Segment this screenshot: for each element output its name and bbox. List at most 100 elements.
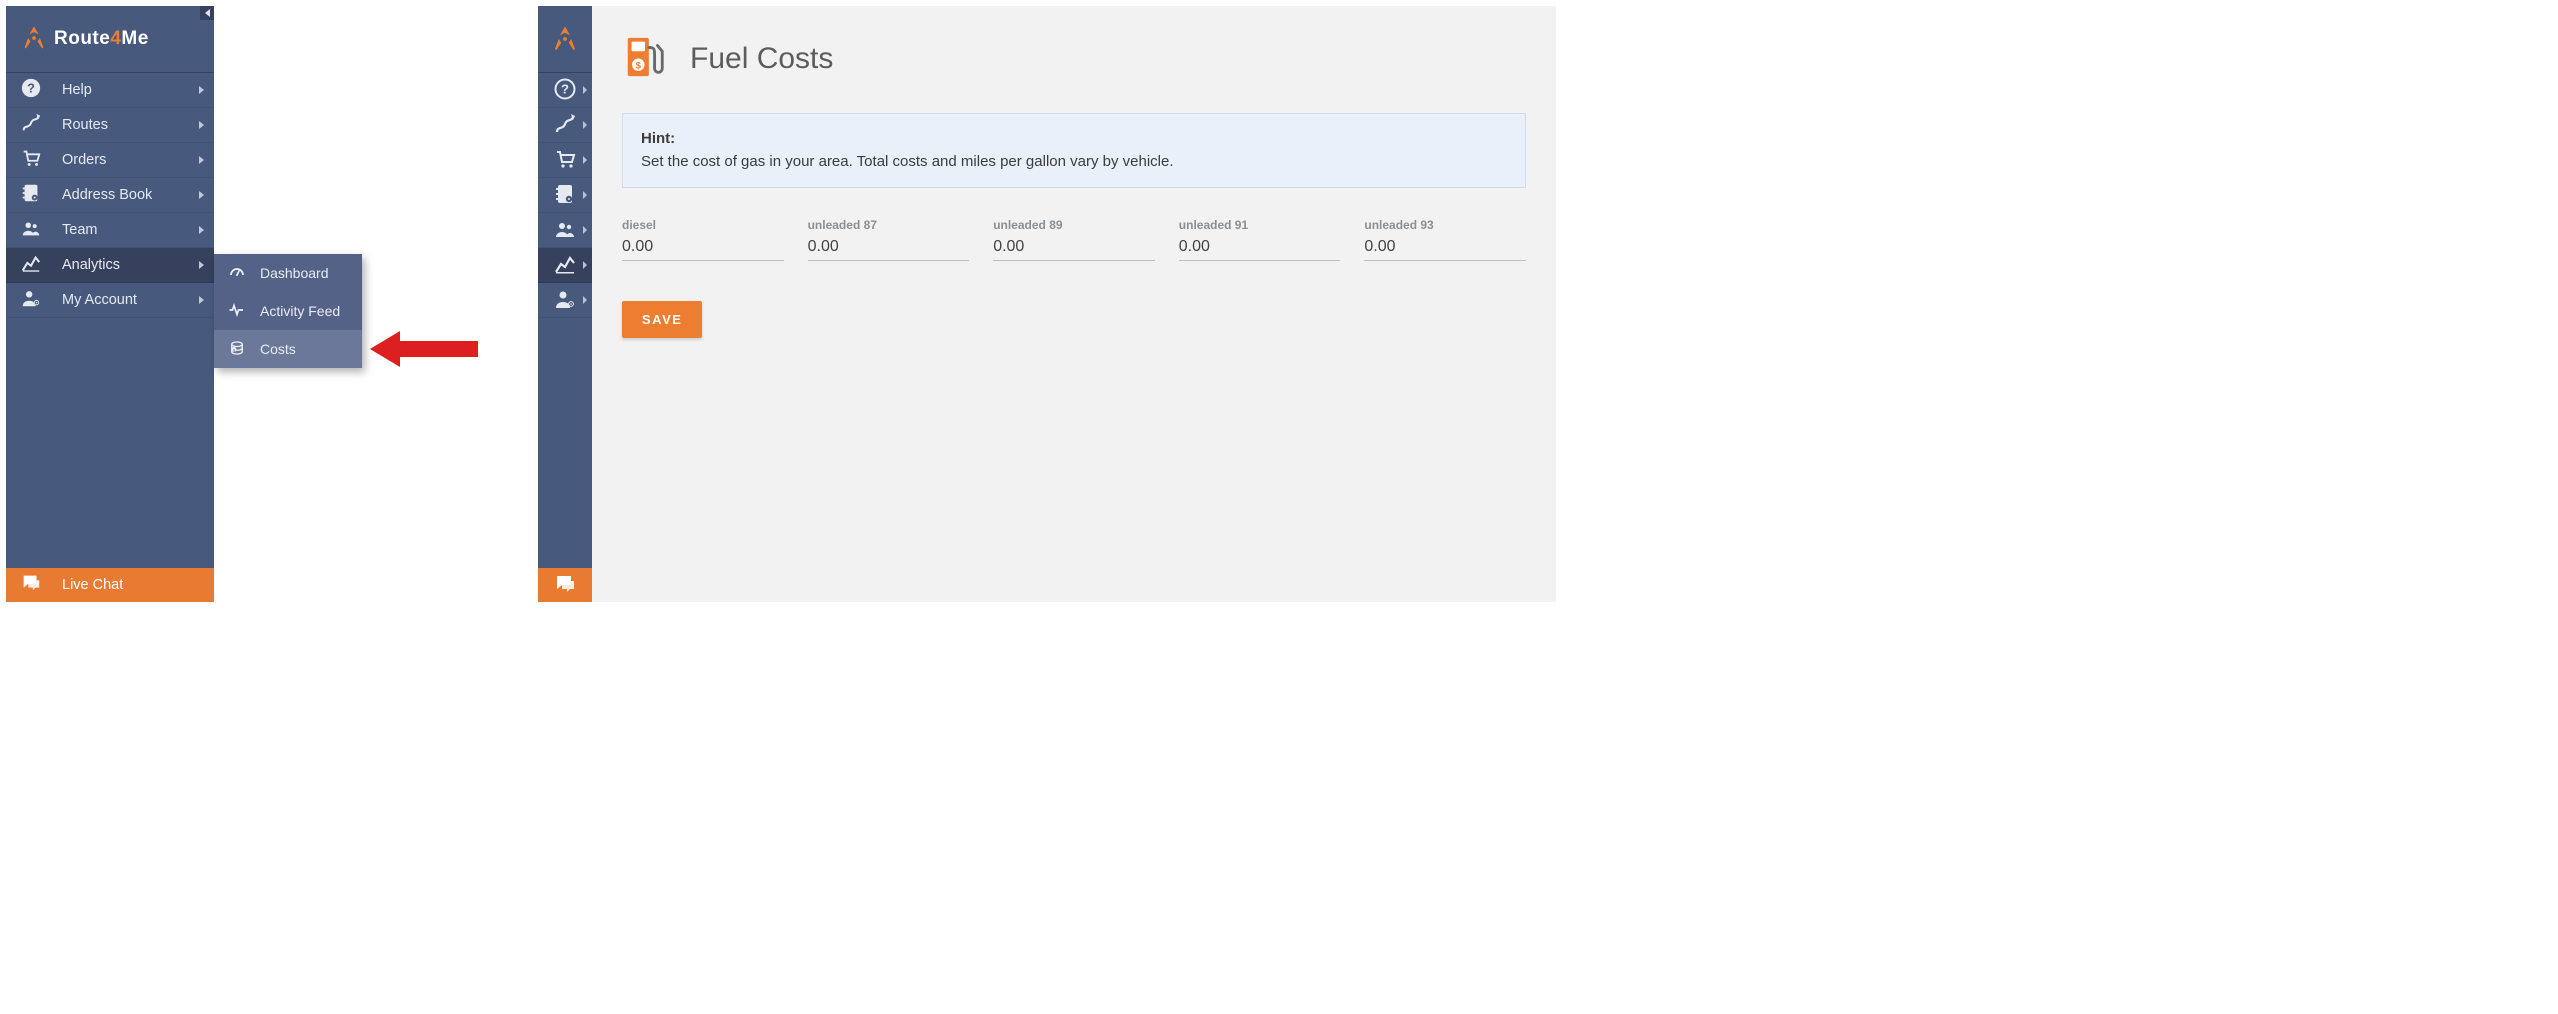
sidebar-item-label: Address Book (62, 187, 179, 203)
cart-icon (553, 147, 577, 174)
live-chat-label: Live Chat (62, 577, 123, 593)
team-icon (20, 217, 42, 243)
routes-icon (20, 112, 42, 138)
help-icon: ? (20, 77, 42, 103)
chevron-right-icon (199, 86, 204, 94)
sidebar-item-analytics[interactable]: Analytics (6, 248, 214, 283)
chevron-right-icon (583, 191, 587, 199)
sidebar-item-myaccount[interactable] (538, 283, 592, 318)
unleaded87-input[interactable] (808, 236, 970, 261)
svg-text:?: ? (27, 81, 35, 96)
chevron-right-icon (199, 296, 204, 304)
route4me-logo-icon (20, 24, 48, 55)
page-header: $ Fuel Costs (622, 34, 1526, 83)
sidebar-item-team[interactable] (538, 213, 592, 248)
sidebar-item-routes[interactable]: Routes (6, 108, 214, 143)
chevron-right-icon (583, 86, 587, 94)
live-chat-button[interactable] (538, 568, 592, 602)
diesel-input[interactable] (622, 236, 784, 261)
analytics-submenu: Dashboard Activity Feed $ Costs (214, 254, 362, 368)
unleaded93-input[interactable] (1364, 236, 1526, 261)
team-icon (553, 217, 577, 244)
submenu-item-dashboard[interactable]: Dashboard (214, 254, 362, 292)
field-unleaded87: unleaded 87 (808, 218, 970, 261)
chevron-right-icon (583, 226, 587, 234)
field-unleaded93: unleaded 93 (1364, 218, 1526, 261)
cart-icon (20, 147, 42, 173)
chevron-right-icon (199, 121, 204, 129)
unleaded91-input[interactable] (1179, 236, 1341, 261)
hint-box: Hint: Set the cost of gas in your area. … (622, 113, 1526, 188)
submenu-item-activityfeed[interactable]: Activity Feed (214, 292, 362, 330)
field-unleaded89: unleaded 89 (993, 218, 1155, 261)
brand-logo[interactable]: Route4Me (6, 6, 214, 73)
costs-icon: $ (228, 339, 246, 360)
submenu-item-label: Dashboard (260, 265, 329, 281)
chevron-right-icon (583, 156, 587, 164)
annotation-arrow-icon (370, 325, 478, 373)
analytics-icon (553, 252, 577, 279)
sidebar-item-myaccount[interactable]: My Account (6, 283, 214, 318)
sidebar-item-orders[interactable] (538, 143, 592, 178)
save-button[interactable]: SAVE (622, 301, 702, 338)
sidebar-item-label: Routes (62, 117, 179, 133)
submenu-item-label: Costs (260, 341, 296, 357)
app-panel: ? (538, 6, 1556, 602)
hint-body: Set the cost of gas in your area. Total … (641, 153, 1174, 170)
sidebar-item-label: Team (62, 222, 179, 238)
account-icon (553, 287, 577, 314)
chevron-right-icon (199, 191, 204, 199)
fuel-cost-fields: diesel unleaded 87 unleaded 89 unleaded … (622, 218, 1526, 261)
hint-title: Hint: (641, 130, 675, 147)
brand-text: Route4Me (54, 28, 149, 50)
activity-icon (228, 301, 246, 322)
sidebar-item-help[interactable]: ? Help (6, 73, 214, 108)
brand-logo-small[interactable] (538, 6, 592, 73)
analytics-icon (20, 252, 42, 278)
dashboard-icon (228, 263, 246, 284)
sidebar-item-label: Analytics (62, 257, 179, 273)
chevron-right-icon (583, 121, 587, 129)
sidebar-item-label: My Account (62, 292, 179, 308)
sidebar-item-help[interactable]: ? (538, 73, 592, 108)
page-content: $ Fuel Costs Hint: Set the cost of gas i… (592, 6, 1556, 602)
field-diesel: diesel (622, 218, 784, 261)
field-label: unleaded 87 (808, 218, 970, 232)
chevron-right-icon (583, 261, 587, 269)
chat-icon (20, 572, 42, 598)
svg-text:$: $ (636, 61, 642, 72)
chevron-right-icon (583, 296, 587, 304)
sidebar-item-analytics[interactable] (538, 248, 592, 283)
submenu-item-costs[interactable]: $ Costs (214, 330, 362, 368)
help-icon: ? (553, 77, 577, 104)
sidebar-collapsed: ? (538, 6, 592, 602)
account-icon (20, 287, 42, 313)
addressbook-icon (553, 182, 577, 209)
fuel-pump-icon: $ (622, 34, 668, 83)
sidebar-item-team[interactable]: Team (6, 213, 214, 248)
svg-text:?: ? (561, 81, 569, 96)
field-label: unleaded 93 (1364, 218, 1526, 232)
sidebar-item-orders[interactable]: Orders (6, 143, 214, 178)
sidebar-item-addressbook[interactable] (538, 178, 592, 213)
sidebar-item-addressbook[interactable]: Address Book (6, 178, 214, 213)
unleaded89-input[interactable] (993, 236, 1155, 261)
field-label: unleaded 91 (1179, 218, 1341, 232)
submenu-item-label: Activity Feed (260, 303, 340, 319)
addressbook-icon (20, 182, 42, 208)
live-chat-button[interactable]: Live Chat (6, 568, 214, 602)
sidebar-collapse-toggle[interactable] (200, 6, 214, 20)
field-unleaded91: unleaded 91 (1179, 218, 1341, 261)
sidebar-item-label: Orders (62, 152, 179, 168)
sidebar-item-routes[interactable] (538, 108, 592, 143)
field-label: diesel (622, 218, 784, 232)
chevron-right-icon (199, 261, 204, 269)
page-title: Fuel Costs (690, 42, 833, 76)
chevron-right-icon (199, 226, 204, 234)
chevron-right-icon (199, 156, 204, 164)
chat-icon (553, 572, 577, 599)
routes-icon (553, 112, 577, 139)
sidebar-expanded: Route4Me ? Help Routes Orders (6, 6, 214, 602)
field-label: unleaded 89 (993, 218, 1155, 232)
sidebar-item-label: Help (62, 82, 179, 98)
